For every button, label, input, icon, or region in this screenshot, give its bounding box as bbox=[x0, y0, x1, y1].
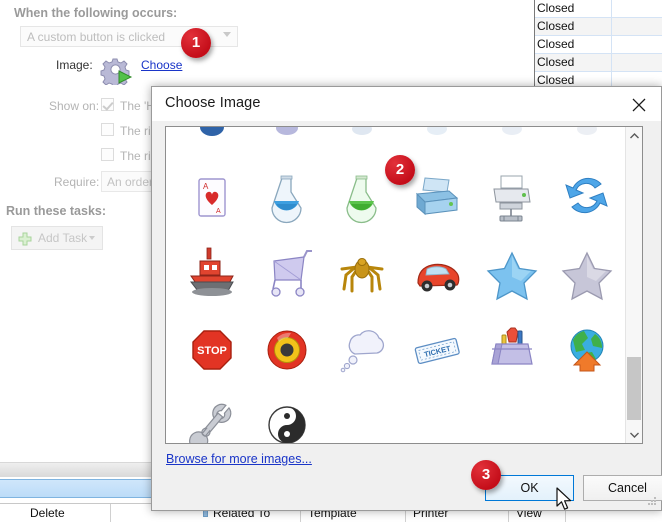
checkbox-show-on-right-1[interactable] bbox=[101, 123, 114, 136]
image-option-refresh[interactable] bbox=[549, 160, 624, 235]
thought-cloud-icon bbox=[340, 330, 385, 373]
image-option-grey-star[interactable] bbox=[549, 235, 624, 310]
image-option-thought-cloud[interactable] bbox=[324, 310, 399, 385]
yin-yang-icon bbox=[268, 406, 306, 443]
partial-icon bbox=[352, 127, 372, 135]
image-option-stop-sign[interactable]: STOP bbox=[174, 310, 249, 385]
gallery-scrollbar[interactable] bbox=[625, 127, 642, 443]
list-item[interactable] bbox=[174, 127, 249, 140]
trigger-combo-value: A custom button is clicked bbox=[27, 30, 166, 44]
list-item[interactable] bbox=[324, 127, 399, 140]
table-row[interactable]: Closed bbox=[528, 18, 662, 36]
resize-grip[interactable] bbox=[647, 497, 657, 507]
image-option-spider[interactable] bbox=[324, 235, 399, 310]
dialog-title: Choose Image bbox=[165, 95, 261, 111]
add-task-label: Add Task bbox=[38, 231, 88, 245]
partial-icon bbox=[276, 127, 298, 135]
image-option-yin-yang[interactable] bbox=[249, 385, 324, 443]
image-option-shopping-cart[interactable] bbox=[249, 235, 324, 310]
toolbox-icon bbox=[491, 327, 533, 365]
partial-icon bbox=[200, 127, 224, 136]
show-on-label: Show on: bbox=[49, 99, 100, 113]
spider-icon bbox=[340, 258, 384, 293]
stop-sign-icon: STOP bbox=[192, 330, 232, 370]
column-divider[interactable] bbox=[110, 504, 111, 522]
chevron-down-icon bbox=[89, 236, 95, 240]
grid-left-edge bbox=[528, 0, 535, 92]
annotation-badge-3: 3 bbox=[471, 460, 501, 490]
playing-card-icon: A A bbox=[198, 178, 226, 217]
checkbox-show-on-home[interactable] bbox=[101, 98, 114, 111]
tugboat-icon bbox=[189, 247, 234, 296]
add-task-button[interactable]: Add Task bbox=[11, 226, 103, 250]
choose-image-link[interactable]: Choose bbox=[141, 58, 182, 72]
close-icon[interactable] bbox=[617, 87, 661, 120]
status-grid: Closed Closed Closed Closed Closed bbox=[528, 0, 662, 92]
image-option-toolbox[interactable] bbox=[474, 310, 549, 385]
globe-upload-icon bbox=[570, 329, 604, 372]
partial-icon bbox=[502, 127, 522, 135]
list-item[interactable] bbox=[474, 127, 549, 140]
image-option-playing-card[interactable]: A A bbox=[174, 160, 249, 235]
wrench-icon bbox=[189, 403, 232, 443]
stop-sign-text: STOP bbox=[197, 345, 227, 357]
table-row[interactable]: Closed bbox=[528, 36, 662, 54]
blue-flask-icon bbox=[271, 175, 302, 224]
annotation-badge-1: 1 bbox=[181, 28, 211, 58]
image-option-blue-flask[interactable] bbox=[249, 160, 324, 235]
target-icon bbox=[267, 330, 307, 370]
network-printer-icon bbox=[493, 175, 531, 222]
grid-column-divider bbox=[611, 0, 612, 92]
scroll-up-arrow-icon[interactable] bbox=[626, 127, 642, 144]
chevron-down-icon bbox=[223, 32, 231, 37]
image-option-red-car[interactable] bbox=[399, 235, 474, 310]
ticket-icon: TICKET bbox=[414, 337, 460, 365]
blue-star-icon bbox=[486, 251, 538, 301]
image-option-network-printer[interactable] bbox=[474, 160, 549, 235]
list-item[interactable] bbox=[249, 127, 324, 140]
shopping-cart-icon bbox=[271, 250, 312, 297]
red-car-icon bbox=[417, 263, 460, 292]
partial-icon bbox=[577, 127, 597, 135]
dialog-title-bar: Choose Image bbox=[152, 87, 661, 121]
list-item[interactable] bbox=[549, 127, 624, 140]
section-title-when-occurs: When the following occurs: bbox=[14, 6, 178, 20]
checkbox-show-on-right-2[interactable] bbox=[101, 148, 114, 161]
image-option-globe-upload[interactable] bbox=[549, 310, 624, 385]
annotation-badge-2: 2 bbox=[385, 155, 415, 185]
image-option-tugboat[interactable] bbox=[174, 235, 249, 310]
image-option-blue-star[interactable] bbox=[474, 235, 549, 310]
list-item[interactable] bbox=[399, 127, 474, 140]
image-option-ticket[interactable]: TICKET bbox=[399, 310, 474, 385]
image-option-wrench[interactable] bbox=[174, 385, 249, 443]
table-row[interactable]: Closed bbox=[528, 0, 662, 18]
plus-icon bbox=[18, 232, 32, 246]
scrollbar-thumb[interactable] bbox=[627, 357, 641, 420]
choose-image-dialog: Choose Image A A STOP TICKET Browse for … bbox=[151, 86, 662, 511]
table-row[interactable]: Closed bbox=[528, 54, 662, 72]
section-title-run-tasks: Run these tasks: bbox=[6, 204, 107, 218]
gear-play-icon bbox=[100, 55, 134, 88]
partial-icon bbox=[427, 127, 447, 135]
require-label: Require: bbox=[54, 175, 100, 189]
column-header-delete[interactable]: Delete bbox=[30, 506, 65, 520]
svg-text:A: A bbox=[203, 182, 209, 191]
image-option-target[interactable] bbox=[249, 310, 324, 385]
image-label: Image: bbox=[56, 58, 93, 72]
scroll-down-arrow-icon[interactable] bbox=[626, 426, 642, 443]
refresh-arrows-icon bbox=[565, 177, 608, 214]
svg-text:A: A bbox=[216, 208, 221, 215]
grey-star-icon bbox=[561, 251, 613, 301]
browse-for-more-images-link[interactable]: Browse for more images... bbox=[166, 452, 312, 466]
